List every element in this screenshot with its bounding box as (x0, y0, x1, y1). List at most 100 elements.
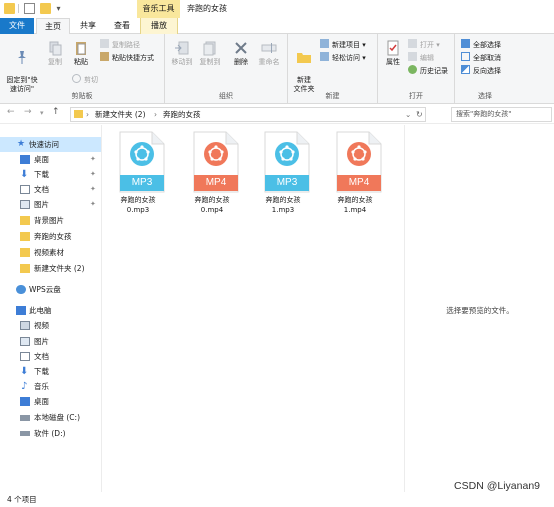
copy-path-icon (100, 39, 109, 48)
nav-wps-cloud[interactable]: WPS云盘 (0, 282, 101, 297)
up-arrow-icon[interactable]: ↑ (52, 107, 60, 117)
video-icon (20, 321, 30, 330)
easy-access-button[interactable]: 轻松访问 ▾ (320, 52, 366, 63)
properties-quick-icon[interactable] (24, 3, 35, 14)
invert-selection-label: 反向选择 (473, 67, 501, 75)
nav-label: 文档 (34, 352, 49, 361)
file-name-line: 0.mp4 (200, 206, 224, 214)
new-folder-button[interactable]: 新建 文件夹 (290, 40, 318, 94)
nav-label: 此电脑 (29, 306, 52, 315)
item-count: 4 个项目 (7, 495, 37, 504)
tab-play[interactable]: 播放 (140, 18, 178, 34)
back-arrow-icon[interactable]: ← (7, 107, 15, 117)
pin-icon[interactable]: ✦ (90, 182, 96, 197)
new-group-label: 新建 (325, 92, 340, 100)
paste-button[interactable]: 粘贴 (68, 40, 94, 67)
nav-pc-drive-c[interactable]: 本地磁盘 (C:) (0, 410, 101, 425)
nav-pc-drive-d[interactable]: 软件 (D:) (0, 426, 101, 441)
paste-shortcut-button[interactable]: 粘贴快捷方式 (100, 52, 154, 63)
new-item-button[interactable]: 新建项目 ▾ (320, 39, 366, 50)
file-list: MP3 奔跑的女孩 0.mp3 MP4 奔跑的女孩 0.mp4 MP3 奔跑的女… (103, 125, 403, 492)
invert-selection-button[interactable]: 反向选择 (461, 65, 501, 76)
move-to-button[interactable]: 移动到 (169, 40, 195, 67)
status-bar: 4 个项目 CSDN @Liyanan9 (0, 480, 554, 507)
file-name-line: 1.mp4 (343, 206, 367, 214)
file-item[interactable]: MP3 奔跑的女孩 1.mp3 (250, 131, 316, 223)
address-bar[interactable]: › 新建文件夹 (2) › 奔跑的女孩 ⌄ ↻ (70, 107, 426, 122)
nav-item-desktop[interactable]: 桌面 ✦ (0, 152, 101, 167)
file-type-badge: MP3 (131, 177, 153, 188)
chevron-down-icon[interactable]: ⌄ (405, 109, 411, 121)
file-type-badge: MP3 (276, 177, 298, 188)
open-button[interactable]: 打开 ▾ (408, 39, 440, 50)
nav-label: 奔跑的女孩 (34, 232, 72, 241)
new-folder-quick-icon[interactable] (40, 3, 51, 14)
nav-pc-pictures[interactable]: 图片 (0, 334, 101, 349)
easy-access-icon (320, 52, 329, 61)
title-bar: ▾ 音乐工具 奔跑的女孩 (0, 0, 554, 18)
tab-view[interactable]: 查看 (106, 18, 138, 34)
nav-pc-music[interactable]: ♪ 音乐 (0, 379, 101, 394)
nav-item-downloads[interactable]: ⬇ 下载 ✦ (0, 167, 101, 182)
copy-to-icon (203, 41, 216, 56)
pin-icon (18, 51, 26, 64)
tab-file[interactable]: 文件 (0, 18, 34, 34)
edit-button[interactable]: 编辑 (408, 52, 434, 63)
pin-icon[interactable]: ✦ (90, 197, 96, 212)
copy-to-button[interactable]: 复制到 (197, 40, 223, 67)
nav-item-folder[interactable]: 视频素材 (0, 245, 101, 260)
chevron-down-icon[interactable]: ▾ (40, 109, 44, 117)
file-item[interactable]: MP4 奔跑的女孩 0.mp4 (179, 131, 245, 223)
nav-item-pictures[interactable]: 图片 ✦ (0, 197, 101, 212)
tab-home[interactable]: 主页 (36, 18, 70, 34)
tab-share[interactable]: 共享 (72, 18, 104, 34)
file-item[interactable]: MP3 奔跑的女孩 0.mp3 (105, 131, 171, 223)
folder-icon[interactable] (4, 3, 15, 14)
file-item[interactable]: MP4 奔跑的女孩 1.mp4 (322, 131, 388, 223)
select-group: 全部选择 全部取消 反向选择 选择 (455, 34, 515, 104)
history-button[interactable]: 历史记录 (408, 65, 448, 76)
pin-icon[interactable]: ✦ (90, 167, 96, 182)
breadcrumb-item[interactable]: 新建文件夹 (2) (95, 109, 146, 121)
open-group-label: 打开 (409, 92, 423, 100)
nav-item-documents[interactable]: 文档 ✦ (0, 182, 101, 197)
new-group: 新建 文件夹 新建项目 ▾ 轻松访问 ▾ 新建 (288, 34, 378, 104)
pin-quick-access-button[interactable]: 固定到"快 速访问" (4, 40, 40, 94)
history-icon (408, 65, 417, 74)
music-icon: ♪ (21, 381, 28, 392)
move-to-label: 移动到 (171, 58, 193, 66)
rename-button[interactable]: 重命名 (255, 40, 283, 67)
select-none-label: 全部取消 (473, 54, 501, 62)
refresh-icon[interactable]: ↻ (416, 109, 423, 121)
select-all-button[interactable]: 全部选择 (461, 39, 501, 50)
properties-button[interactable]: 属性 (380, 40, 406, 67)
copy-button[interactable]: 复制 (42, 40, 68, 67)
chevron-down-icon[interactable]: ▾ (54, 3, 63, 14)
nav-pc-downloads[interactable]: ⬇ 下载 (0, 364, 101, 379)
breadcrumb-item[interactable]: 奔跑的女孩 (163, 109, 201, 121)
nav-item-folder[interactable]: 新建文件夹 (2) (0, 261, 101, 276)
nav-pc-documents[interactable]: 文档 (0, 349, 101, 364)
file-name-line: 奔跑的女孩 (194, 196, 230, 204)
select-none-button[interactable]: 全部取消 (461, 52, 501, 63)
search-input[interactable]: 搜索"奔跑的女孩" (451, 107, 552, 122)
nav-item-folder[interactable]: 奔跑的女孩 (0, 229, 101, 244)
nav-this-pc[interactable]: 此电脑 (0, 303, 101, 318)
nav-pc-desktop[interactable]: 桌面 (0, 394, 101, 409)
pin-icon[interactable]: ✦ (90, 152, 96, 167)
computer-icon (16, 306, 26, 315)
nav-item-folder[interactable]: 背景图片 (0, 213, 101, 228)
breadcrumb-separator: › (86, 110, 89, 119)
forward-arrow-icon[interactable]: → (24, 107, 32, 117)
history-label: 历史记录 (420, 67, 448, 75)
folder-icon (297, 53, 311, 63)
breadcrumb-separator: › (154, 110, 157, 119)
nav-quick-access[interactable]: ★ 快速访问 (0, 137, 101, 152)
address-row: ← → ▾ ↑ › 新建文件夹 (2) › 奔跑的女孩 ⌄ ↻ 搜索"奔跑的女孩… (0, 104, 554, 124)
drive-icon (20, 415, 30, 421)
nav-label: 视频素材 (34, 248, 64, 257)
copy-path-button[interactable]: 复制路径 (100, 39, 140, 50)
nav-pc-videos[interactable]: 视频 (0, 318, 101, 333)
cut-button[interactable]: 剪切 (72, 74, 98, 85)
delete-button[interactable]: 删除 (229, 40, 253, 67)
